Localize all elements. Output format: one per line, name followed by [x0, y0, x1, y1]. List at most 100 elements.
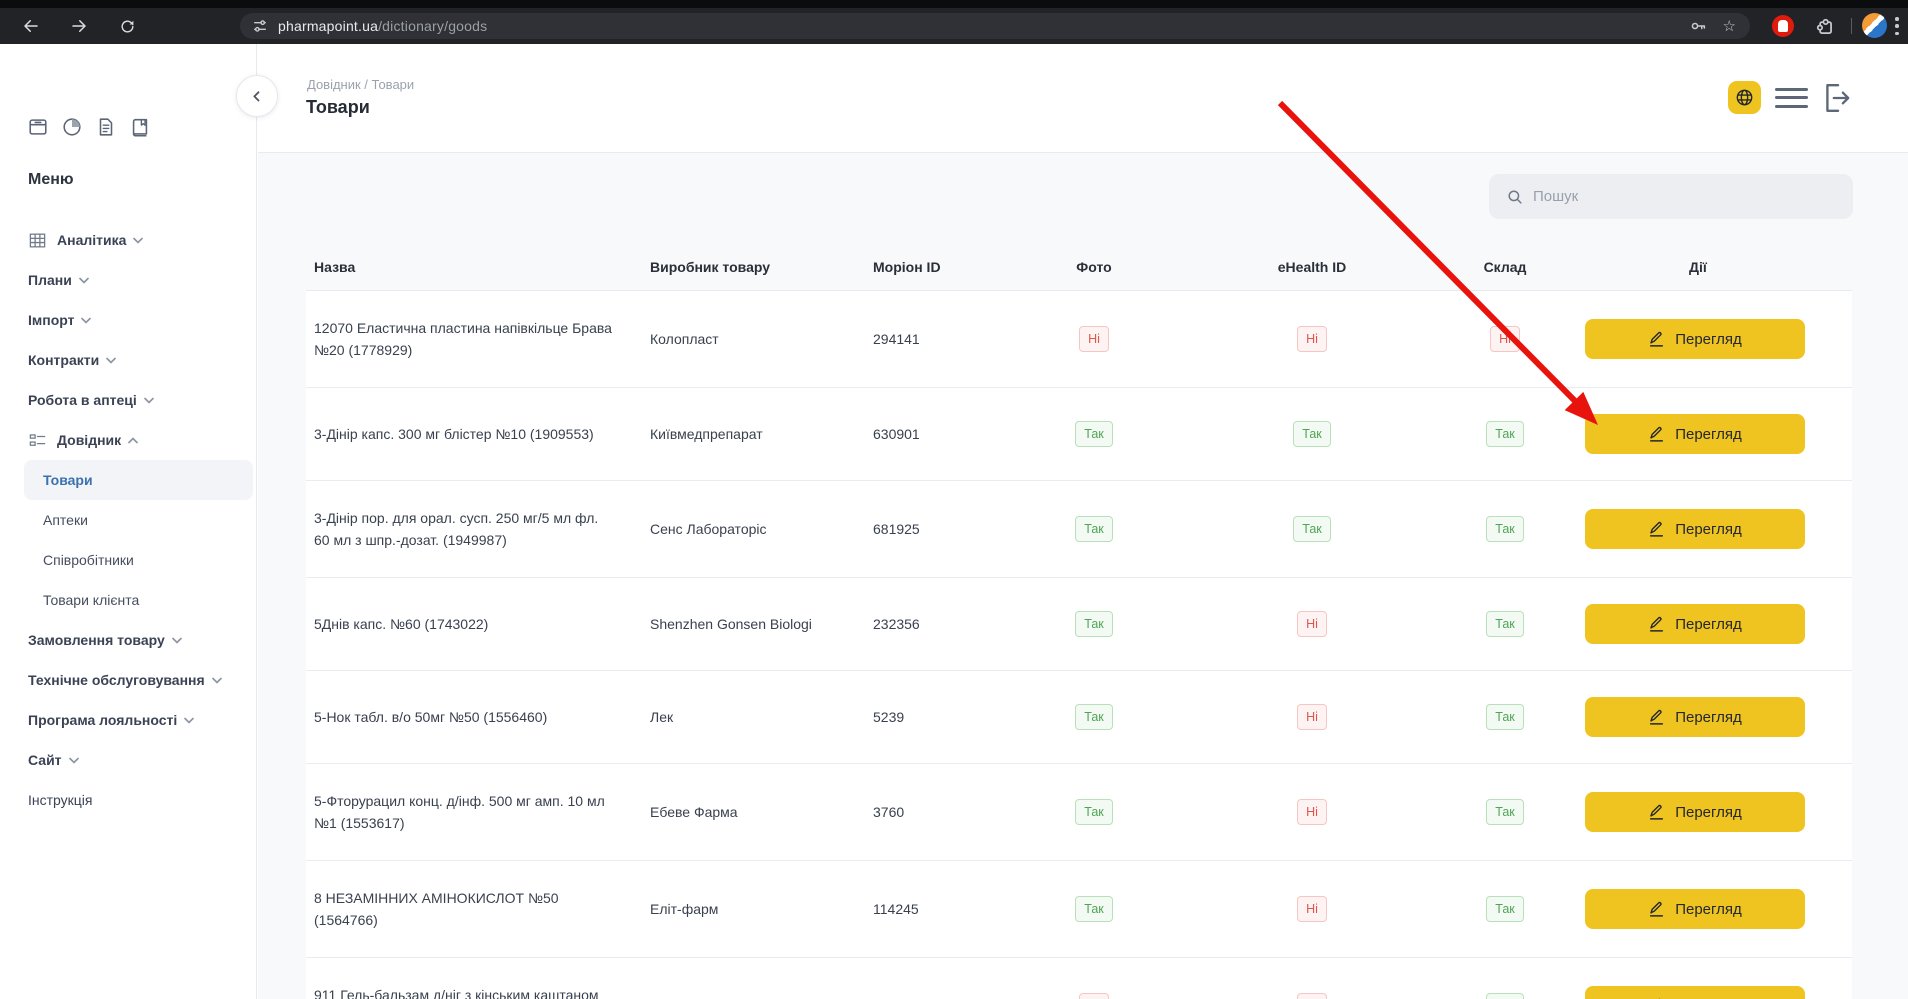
view-button[interactable]: Перегляд	[1585, 792, 1805, 832]
bookmark-star-icon[interactable]: ☆	[1723, 19, 1736, 34]
sidebar-item[interactable]: Аналітика	[0, 220, 257, 260]
chevron-down-icon	[144, 397, 154, 404]
archive-box-icon[interactable]	[27, 116, 49, 138]
cell-name: 5-Фторурацил конц. д/інф. 500 мг амп. 10…	[306, 790, 650, 834]
table-row: 5Днів капс. №60 (1743022) Shenzhen Gonse…	[306, 578, 1852, 671]
table-header-row: Назва Виробник товару Моріон ID Фото eHe…	[306, 243, 1852, 291]
profile-avatar[interactable]	[1862, 13, 1887, 38]
search-input[interactable]	[1533, 188, 1833, 205]
edit-pencil-icon	[1648, 804, 1665, 821]
view-button-label: Перегляд	[1675, 901, 1742, 918]
cell-manufacturer: Сенс Лабораторіс	[650, 521, 873, 537]
sidebar-item[interactable]: Замовлення товару	[0, 620, 257, 660]
sidebar-item[interactable]: Сайт	[0, 740, 257, 780]
search-icon	[1506, 188, 1524, 206]
view-button[interactable]: Перегляд	[1585, 319, 1805, 359]
view-button[interactable]: Перегляд	[1585, 697, 1805, 737]
cell-morion-id: 114245	[873, 901, 1004, 917]
sidebar-collapse-button[interactable]	[236, 75, 278, 117]
sidebar-item[interactable]: Інструкція	[0, 780, 257, 820]
view-button[interactable]: Перегляд	[1585, 986, 1805, 999]
ehealth-badge: Ні	[1297, 896, 1327, 923]
sidebar-item-label: Імпорт	[28, 312, 74, 328]
back-arrow-icon	[22, 17, 40, 35]
reload-button[interactable]	[110, 12, 144, 40]
table-row: 911 Гель-бальзам д/ніг з кінським каштан…	[306, 958, 1852, 999]
url-host: pharmapoint.ua	[278, 18, 378, 34]
column-header-morion-id: Моріон ID	[873, 259, 1004, 275]
chevron-down-icon	[212, 677, 222, 684]
sidebar: Меню АналітикаПлани Імпорт КонтрактиРобота…	[0, 44, 257, 999]
composition-badge: Ні	[1490, 326, 1520, 353]
content-panel: Назва Виробник товару Моріон ID Фото eHe…	[258, 152, 1908, 999]
photo-badge: Так	[1075, 611, 1113, 638]
breadcrumb: Довідник / Товари	[307, 77, 414, 92]
composition-badge: Так	[1486, 611, 1524, 638]
sidebar-item[interactable]: Технічне обслуговування	[0, 660, 257, 700]
cell-manufacturer: Лек	[650, 709, 873, 725]
sidebar-item-label: Інструкція	[28, 792, 93, 808]
hamburger-menu-icon[interactable]	[1775, 88, 1808, 108]
sidebar-item[interactable]: Контракти	[0, 340, 257, 380]
sidebar-item[interactable]: Співробітники	[0, 540, 257, 580]
hand-glyph	[1778, 20, 1788, 32]
language-globe-button[interactable]	[1728, 81, 1761, 114]
table-body: 12070 Еластична пластина напівкільце Бра…	[306, 291, 1852, 999]
adblock-extension-icon[interactable]	[1772, 15, 1794, 37]
grid-icon	[28, 231, 47, 250]
sidebar-item[interactable]: Імпорт	[0, 300, 257, 340]
sidebar-item[interactable]: Плани	[0, 260, 257, 300]
back-button[interactable]	[14, 12, 48, 40]
sidebar-item[interactable]: Довідник	[0, 420, 257, 460]
view-button[interactable]: Перегляд	[1585, 414, 1805, 454]
column-header-manufacturer: Виробник товару	[650, 259, 873, 275]
composition-badge: Так	[1486, 993, 1524, 999]
browser-menu-icon[interactable]	[1895, 15, 1899, 37]
view-button-label: Перегляд	[1675, 709, 1742, 726]
edit-pencil-icon	[1648, 331, 1665, 348]
url-text[interactable]: pharmapoint.ua/dictionary/goods	[278, 18, 487, 34]
chevron-down-icon	[69, 757, 79, 764]
chevron-down-icon	[79, 277, 89, 284]
view-button[interactable]: Перегляд	[1585, 509, 1805, 549]
search-box[interactable]	[1489, 174, 1853, 219]
password-key-icon[interactable]	[1689, 17, 1707, 35]
address-bar[interactable]: pharmapoint.ua/dictionary/goods ☆	[240, 13, 1750, 39]
photo-badge: Так	[1075, 896, 1113, 923]
composition-badge: Так	[1486, 421, 1524, 448]
site-settings-icon[interactable]	[252, 18, 268, 34]
table-row: 3-Дінір капс. 300 мг блістер №10 (190955…	[306, 388, 1852, 481]
table-row: 5-Фторурацил конц. д/інф. 500 мг амп. 10…	[306, 764, 1852, 861]
pie-chart-icon[interactable]	[61, 116, 83, 138]
photo-badge: Так	[1075, 516, 1113, 543]
cell-manufacturer: Київмедпрепарат	[650, 426, 873, 442]
table-row: 3-Дінір пор. для орал. сусп. 250 мг/5 мл…	[306, 481, 1852, 578]
sidebar-item[interactable]: Товари	[24, 460, 253, 500]
composition-badge: Так	[1486, 516, 1524, 543]
cell-name: 3-Дінір пор. для орал. сусп. 250 мг/5 мл…	[306, 507, 650, 551]
sidebar-item[interactable]: Товари клієнта	[0, 580, 257, 620]
sidebar-item-label: Сайт	[28, 752, 62, 768]
view-button[interactable]: Перегляд	[1585, 604, 1805, 644]
document-icon[interactable]	[95, 116, 117, 138]
edit-pencil-icon	[1648, 616, 1665, 633]
view-button[interactable]: Перегляд	[1585, 889, 1805, 929]
ehealth-badge: Ні	[1297, 993, 1327, 999]
sidebar-item[interactable]: Аптеки	[0, 500, 257, 540]
sidebar-item[interactable]: Програма лояльності	[0, 700, 257, 740]
extensions-puzzle-icon[interactable]	[1814, 16, 1835, 37]
forward-button[interactable]	[62, 12, 96, 40]
ehealth-badge: Ні	[1297, 611, 1327, 638]
book-icon[interactable]	[129, 116, 151, 138]
cell-name: 911 Гель-бальзам д/ніг з кінським каштан…	[306, 984, 650, 999]
sidebar-item[interactable]: Робота в аптеці	[0, 380, 257, 420]
photo-badge: Так	[1075, 421, 1113, 448]
main-area: Довідник / Товари Товари Назва Виробник …	[258, 44, 1908, 999]
browser-tab-strip	[0, 0, 1908, 8]
menu-heading: Меню	[28, 171, 74, 189]
photo-badge: Так	[1075, 704, 1113, 731]
logout-icon[interactable]	[1822, 82, 1852, 114]
column-header-name: Назва	[306, 256, 650, 278]
chevron-up-icon	[128, 437, 138, 444]
cell-morion-id: 630901	[873, 426, 1004, 442]
